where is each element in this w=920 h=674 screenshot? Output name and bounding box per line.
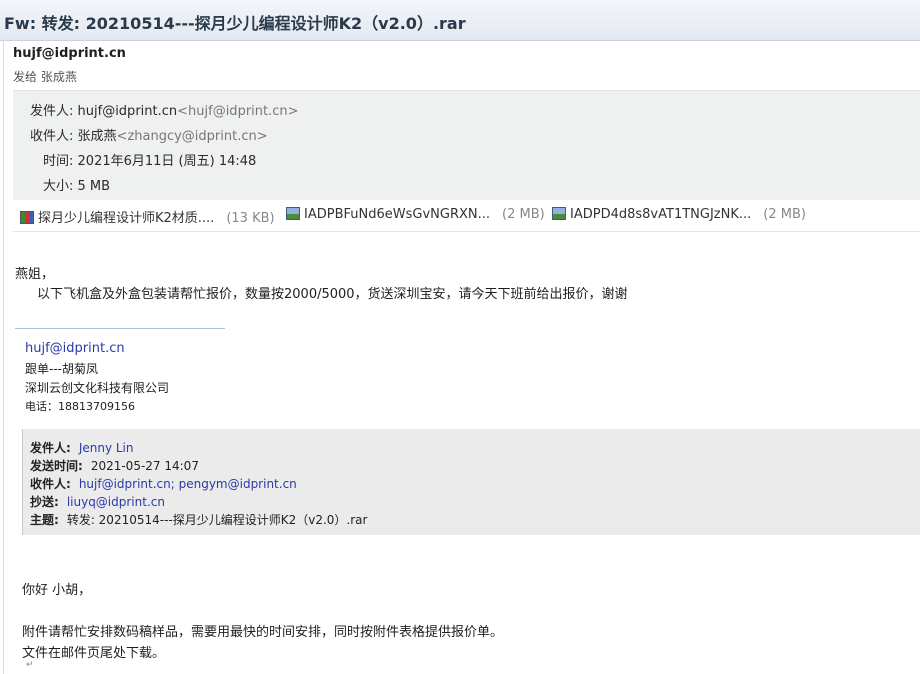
attachment-2[interactable]: IADPBFuNd6eWsGvNGRXN... (2 MB) xyxy=(286,207,545,222)
to-address[interactable]: <zhangcy@idprint.cn> xyxy=(117,129,268,144)
pane-border xyxy=(3,40,4,674)
quoted-sent-value: 2021-05-27 14:07 xyxy=(90,459,199,473)
from-row: 发件人: hujf@idprint.cn<hujf@idprint.cn> xyxy=(30,100,299,119)
quoted-from-label: 发件人: xyxy=(30,441,71,455)
attachment-name: 探月少儿编程设计师K2材质.... xyxy=(38,211,215,226)
attachments-bar: 探月少儿编程设计师K2材质.... (13 KB) IADPBFuNd6eWsGv… xyxy=(13,201,920,232)
email-subject-title: Fw: 转发: 20210514---探月少儿编程设计师K2（v2.0）.rar xyxy=(4,14,466,33)
to-label: 收件人: xyxy=(30,129,74,144)
time-label: 时间: xyxy=(43,154,74,169)
attachment-size: (2 MB) xyxy=(763,207,806,222)
signature-role: 跟单---胡菊凤 xyxy=(25,362,98,376)
size-label: 大小: xyxy=(43,179,74,194)
to-name[interactable]: 张成燕 xyxy=(78,129,117,144)
signature-email[interactable]: hujf@idprint.cn xyxy=(25,341,125,356)
size-row: 大小: 5 MB xyxy=(43,175,110,194)
message-details-panel: 发件人: hujf@idprint.cn<hujf@idprint.cn> 收件… xyxy=(13,90,920,200)
quoted-sent-row: 发送时间: 2021-05-27 14:07 xyxy=(30,457,199,474)
quoted-cc-value[interactable]: liuyq@idprint.cn xyxy=(67,495,165,509)
attachment-3[interactable]: IADPD4d8s8vAT1TNGJzNK... (2 MB) xyxy=(552,207,806,222)
to-row: 收件人: 张成燕<zhangcy@idprint.cn> xyxy=(30,125,268,144)
quoted-cc-row: 抄送: liuyq@idprint.cn xyxy=(30,493,165,510)
attachment-name: IADPBFuNd6eWsGvNGRXN... xyxy=(304,207,490,222)
time-row: 时间: 2021年6月11日 (周五) 14:48 xyxy=(43,150,256,169)
rar-archive-icon xyxy=(20,211,34,224)
time-value: 2021年6月11日 (周五) 14:48 xyxy=(77,154,257,169)
signature-company: 深圳云创文化科技有限公司 xyxy=(25,381,170,395)
quoted-from-value[interactable]: Jenny Lin xyxy=(79,441,134,455)
sender-name[interactable]: hujf@idprint.cn xyxy=(13,46,126,61)
from-address[interactable]: <hujf@idprint.cn> xyxy=(177,104,298,119)
body-greeting: 燕姐， xyxy=(15,267,55,282)
attachment-size: (2 MB) xyxy=(502,207,545,222)
recipient-summary: 发给 张成燕 xyxy=(13,70,77,84)
attachment-name: IADPD4d8s8vAT1TNGJzNK... xyxy=(570,207,752,222)
quoted-cc-label: 抄送: xyxy=(30,495,59,509)
image-file-icon xyxy=(286,207,300,220)
size-value: 5 MB xyxy=(77,179,111,194)
title-bar: Fw: 转发: 20210514---探月少儿编程设计师K2（v2.0）.rar xyxy=(0,0,920,41)
quoted-to-row: 收件人: hujf@idprint.cn; pengym@idprint.cn xyxy=(30,475,297,492)
body-message: 以下飞机盒及外盒包装请帮忙报价，数量按2000/5000，货送深圳宝安，请今天下… xyxy=(37,287,628,302)
quoted-line-1: 附件请帮忙安排数码稿样品，需要用最快的时间安排，同时按附件表格提供报价单。 xyxy=(22,625,504,640)
paragraph-mark-icon: ↵ xyxy=(26,660,34,670)
quoted-subject-label: 主题: xyxy=(30,513,59,527)
quoted-greeting: 你好 小胡， xyxy=(22,583,92,598)
signature-divider xyxy=(15,328,225,329)
quoted-line-2: 文件在邮件页尾处下载。 xyxy=(22,646,166,661)
attachment-1[interactable]: 探月少儿编程设计师K2材质.... (13 KB) xyxy=(20,207,275,226)
quoted-sent-label: 发送时间: xyxy=(30,459,83,473)
signature-phone: 电话：18813709156 xyxy=(25,400,135,413)
from-name[interactable]: hujf@idprint.cn xyxy=(78,104,178,119)
quoted-to-label: 收件人: xyxy=(30,477,71,491)
quoted-subject-row: 主题: 转发: 20210514---探月少儿编程设计师K2（v2.0）.rar xyxy=(30,511,367,528)
quoted-header-block: 发件人: Jenny Lin 发送时间: 2021-05-27 14:07 收件人:… xyxy=(22,429,920,535)
quoted-from-row: 发件人: Jenny Lin xyxy=(30,439,134,456)
image-file-icon xyxy=(552,207,566,220)
attachment-size: (13 KB) xyxy=(226,211,275,226)
quoted-to-value[interactable]: hujf@idprint.cn; pengym@idprint.cn xyxy=(79,477,297,491)
from-label: 发件人: xyxy=(30,104,74,119)
quoted-subject-value: 转发: 20210514---探月少儿编程设计师K2（v2.0）.rar xyxy=(66,513,368,527)
